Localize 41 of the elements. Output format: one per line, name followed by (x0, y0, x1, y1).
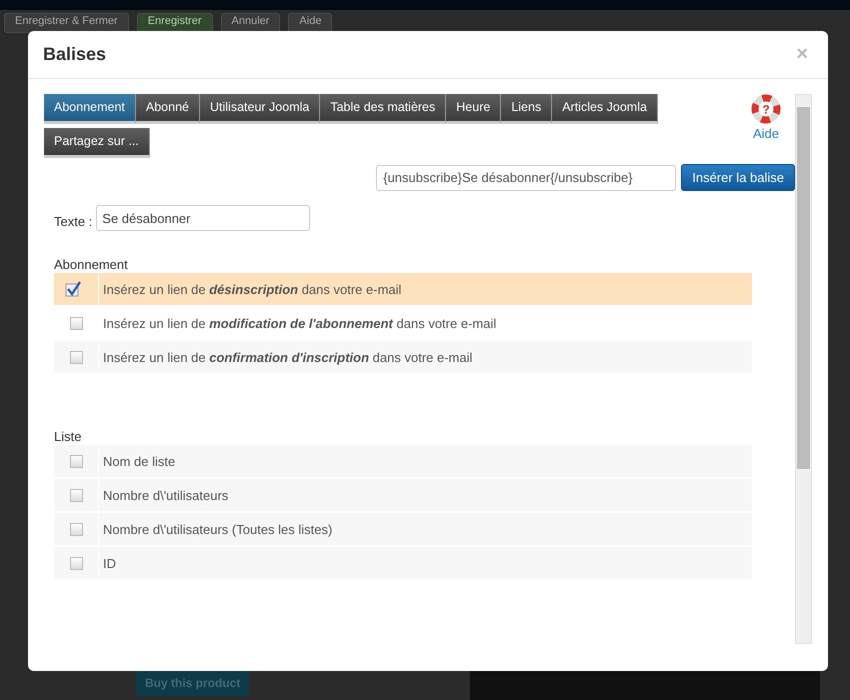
tag-field[interactable]: {unsubscribe}Se désabonner{/unsubscribe} (376, 164, 676, 190)
tab[interactable]: Abonné (136, 94, 200, 124)
checkbox[interactable] (70, 454, 82, 468)
modal-title: Balises (43, 44, 106, 65)
option-row[interactable]: Nombre d\'utilisateurs (54, 479, 752, 513)
option-label: Nombre d\'utilisateurs (Toutes les listes) (102, 522, 332, 536)
tab[interactable]: Abonnement (44, 94, 136, 124)
option-label: Insérez un lien de modification de l'abonnement dans votre e-mail (102, 316, 496, 330)
scrollbar[interactable] (795, 94, 812, 644)
option-label: Nom de liste (102, 454, 176, 468)
lifebuoy-help-icon[interactable]: ? (751, 94, 782, 124)
tab[interactable]: Articles Joomla (552, 94, 658, 124)
option-label: Insérez un lien de confirmation d'inscription dans votre e-mail (102, 350, 472, 364)
checkbox[interactable] (70, 350, 82, 364)
tab[interactable]: Partagez sur ... (44, 128, 150, 158)
checkbox[interactable] (70, 556, 82, 570)
option-label: Insérez un lien de désinscription dans votre e-mail (102, 282, 402, 296)
checkbox[interactable] (70, 488, 82, 502)
toolbar-button[interactable]: Annuler (220, 13, 280, 33)
checkbox[interactable] (70, 522, 82, 536)
toolbar-button[interactable]: Enregistrer & Fermer (4, 13, 129, 33)
help-link[interactable]: Aide (753, 126, 780, 141)
checkbox[interactable] (70, 316, 82, 330)
tab[interactable]: Table des matières (320, 94, 446, 124)
text-field[interactable]: Se désabonner (96, 205, 310, 231)
field-label: Texte : (54, 214, 92, 229)
section-title: Liste (54, 429, 82, 444)
option-row[interactable]: ID (54, 547, 752, 581)
option-row[interactable]: Nombre d\'utilisateurs (Toutes les listes) (54, 513, 752, 547)
tab[interactable]: Liens (501, 94, 552, 124)
option-row[interactable]: Nom de liste (54, 445, 752, 479)
toolbar-button[interactable]: Enregistrer (136, 13, 212, 33)
toolbar-button[interactable]: Aide (288, 13, 332, 33)
insert-tag-button[interactable]: Insérer la balise (681, 164, 796, 191)
option-row[interactable]: Insérez un lien de confirmation d'inscription dans votre e-mail (54, 341, 752, 375)
option-row[interactable]: Insérez un lien de désinscription dans votre e-mail (54, 273, 752, 307)
option-label: Nombre d\'utilisateurs (102, 488, 228, 502)
section-title: Abonnement (54, 257, 129, 272)
tab[interactable]: Utilisateur Joomla (200, 94, 320, 124)
tab[interactable]: Heure (446, 94, 502, 124)
option-label: ID (102, 556, 116, 570)
